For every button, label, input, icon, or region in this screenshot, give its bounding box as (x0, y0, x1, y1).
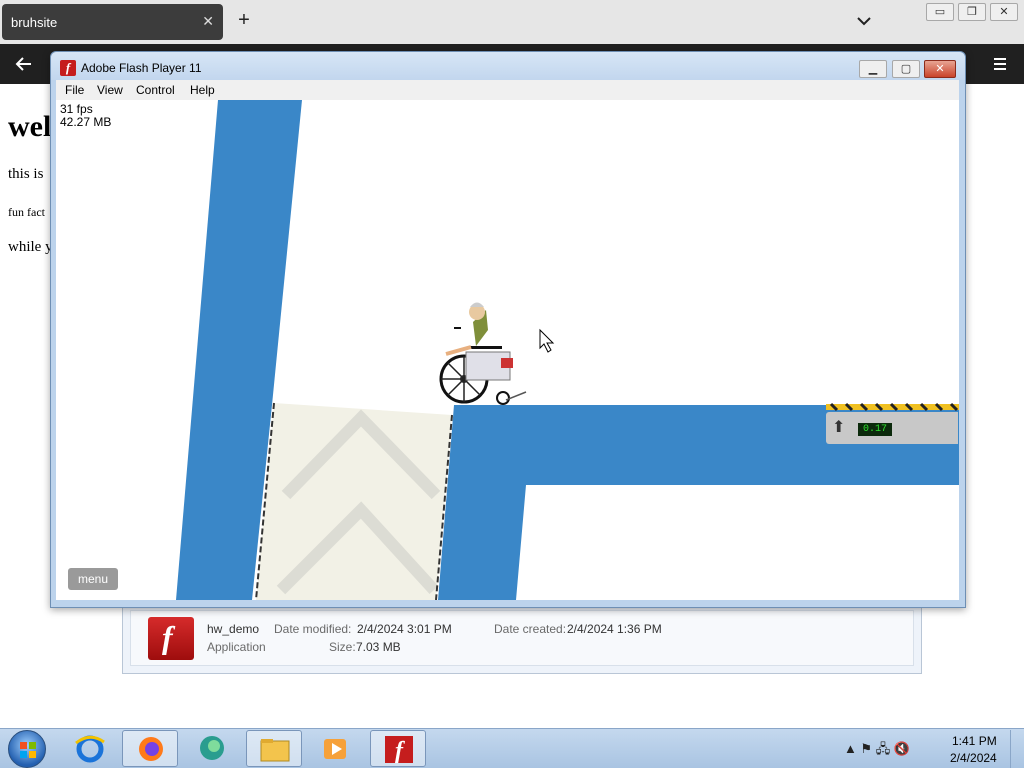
taskbar-edge[interactable] (184, 730, 240, 767)
menu-view[interactable]: View (97, 83, 123, 97)
flash-maximize-button[interactable]: ▢ (892, 60, 920, 78)
modified-label: Date modified: (274, 622, 352, 636)
start-button[interactable] (8, 730, 46, 768)
network-icon[interactable]: 🖧 (876, 741, 891, 756)
new-tab-button[interactable]: + (234, 10, 254, 30)
file-explorer-icon (260, 739, 290, 762)
timer-panel (826, 412, 958, 444)
taskbar-media[interactable] (308, 730, 364, 767)
windows-logo-icon (20, 742, 36, 758)
flash-close-button[interactable]: ✕ (924, 60, 956, 78)
flash-app-icon: f (60, 60, 76, 76)
menu-help[interactable]: Help (190, 83, 215, 97)
firefox-icon (139, 737, 163, 761)
modified-value: 2/4/2024 3:01 PM (357, 622, 452, 636)
media-player-icon (324, 739, 346, 759)
details-panel (130, 610, 914, 666)
taskbar-flash[interactable]: f (370, 730, 426, 767)
action-center-flag-icon[interactable]: ⚑ (861, 741, 873, 756)
created-label: Date created: (494, 622, 567, 636)
menu-control[interactable]: Control (136, 83, 175, 97)
menu-file[interactable]: File (65, 83, 84, 97)
page-paragraph: while y (8, 239, 53, 255)
file-type: Application (207, 640, 266, 654)
size-value: 7.03 MB (356, 640, 401, 654)
tab-search-chevron-icon[interactable] (854, 12, 874, 30)
page-paragraph: this is (8, 166, 44, 182)
taskbar-ie[interactable] (62, 730, 118, 767)
flash-minimize-button[interactable]: ▁ (859, 60, 887, 78)
clock-date[interactable]: 2/4/2024 (950, 751, 997, 765)
tab-close-icon[interactable]: ✕ (202, 13, 214, 30)
back-arrow-icon[interactable] (14, 54, 34, 74)
file-name: hw_demo (207, 622, 260, 636)
tab-title: bruhsite (11, 15, 58, 30)
edge-icon (200, 736, 224, 760)
browser-menu-icon[interactable] (990, 54, 1010, 74)
flash-player-icon: f (385, 736, 413, 764)
mouse-cursor (539, 328, 555, 353)
created-value: 2/4/2024 1:36 PM (567, 622, 662, 636)
game-scene (176, 100, 959, 600)
browser-minimize-button[interactable]: ▭ (926, 3, 954, 21)
game-menu-button[interactable]: menu (68, 568, 118, 590)
flash-window-title: Adobe Flash Player 11 (81, 61, 202, 75)
show-hidden-icons-icon[interactable]: ▲ (844, 741, 857, 756)
internet-explorer-icon (75, 735, 105, 763)
memory-value: 42.27 MB (60, 115, 112, 129)
game-stage[interactable] (56, 100, 959, 600)
taskbar-firefox[interactable] (122, 730, 178, 767)
flash-file-icon: f (148, 617, 194, 660)
taskbar-explorer[interactable] (246, 730, 302, 767)
up-arrow-icon: ⬆ (832, 419, 846, 436)
show-desktop-button[interactable] (1010, 730, 1024, 768)
system-tray[interactable]: ▲ ⚑ 🖧 🔇 (844, 740, 936, 758)
page-heading: wel (8, 110, 52, 143)
browser-tab[interactable]: bruhsite ✕ (2, 4, 223, 40)
size-label: Size: (329, 640, 356, 654)
page-paragraph: fun fact (8, 205, 45, 219)
volume-muted-icon[interactable]: 🔇 (894, 741, 910, 756)
browser-close-button[interactable]: ✕ (990, 3, 1018, 21)
browser-restore-button[interactable]: ❐ (958, 3, 986, 21)
fps-counter: 31 fps 42.27 MB (60, 103, 111, 129)
clock-time[interactable]: 1:41 PM (952, 734, 997, 748)
wheelchair-character (439, 302, 527, 405)
timer-display: 0.17 (858, 423, 892, 436)
